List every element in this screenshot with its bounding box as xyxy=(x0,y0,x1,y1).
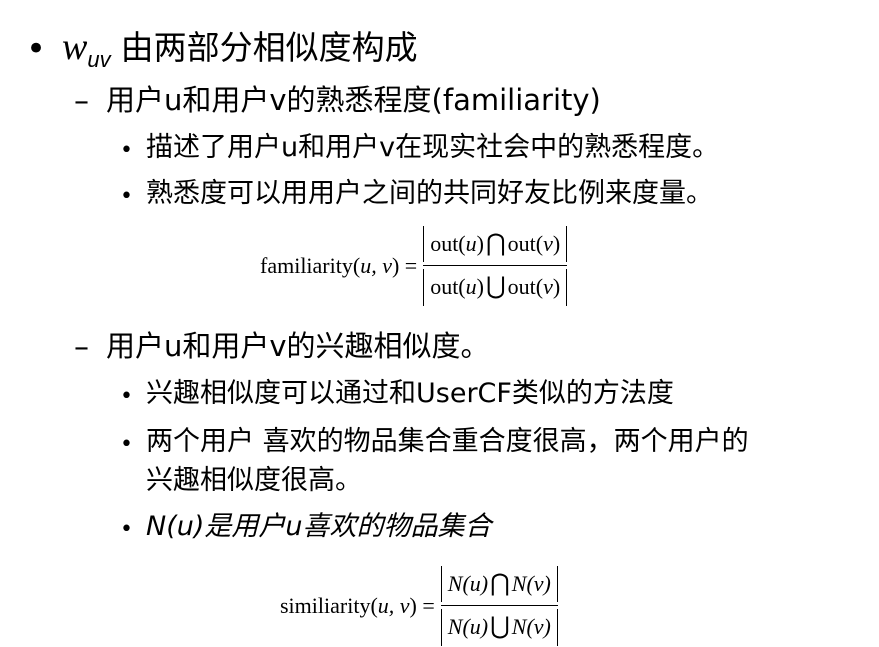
bullet-dot-icon: • xyxy=(120,517,133,542)
bullet-dot-icon: • xyxy=(120,432,133,457)
section1-point-1: 描述了用户u和用户v在现实社会中的熟悉程度。 xyxy=(146,132,720,163)
formula-fraction: N(u)⋂N(v) N(u)⋃N(v) xyxy=(440,566,558,646)
formula-denominator: out(u)⋃out(v) xyxy=(423,269,568,306)
dash-icon: – xyxy=(74,330,89,365)
formula-denominator: N(u)⋃N(v) xyxy=(440,609,558,646)
intersection-icon: ⋂ xyxy=(485,231,506,257)
section1-point-2: 熟悉度可以用用户之间的共同好友比例来度量。 xyxy=(146,178,713,209)
slide: • wuv 由两部分相似度构成 – 用户u和用户v的熟悉程度(familiarit… xyxy=(0,0,879,647)
formula-lhs: similiarity(u, v) = xyxy=(280,592,435,618)
union-icon: ⋃ xyxy=(490,614,510,641)
formula-fraction: out(u)⋂out(v) out(u)⋃out(v) xyxy=(423,226,568,306)
intersection-icon: ⋂ xyxy=(490,571,510,597)
formula-numerator: N(u)⋂N(v) xyxy=(440,566,558,603)
heading-variable-subscript: uv xyxy=(87,47,111,72)
familiarity-formula: familiarity(u, v) = out(u)⋂out(v) out(u)… xyxy=(260,226,568,306)
bullet-dot-icon: • xyxy=(120,184,133,209)
heading-variable-w: w xyxy=(62,26,88,68)
similarity-formula: similiarity(u, v) = N(u)⋂N(v) N(u)⋃N(v) xyxy=(280,566,558,646)
bullet-dot-icon: • xyxy=(26,29,47,69)
union-icon: ⋃ xyxy=(485,274,506,301)
formula-numerator: out(u)⋂out(v) xyxy=(423,226,568,263)
section1-title: 用户u和用户v的熟悉程度(familiarity) xyxy=(106,83,601,117)
section2-point-2-cont: 兴趣相似度很高。 xyxy=(146,465,362,496)
formula-lhs: familiarity(u, v) = xyxy=(260,252,418,278)
section2-title: 用户u和用户v的兴趣相似度。 xyxy=(106,329,490,363)
bullet-dot-icon: • xyxy=(120,138,133,163)
section2-point-3: N(u)是用户u喜欢的物品集合 xyxy=(146,511,492,542)
heading: wuv 由两部分相似度构成 xyxy=(62,26,418,71)
dash-icon: – xyxy=(74,84,89,119)
heading-text: 由两部分相似度构成 xyxy=(120,28,418,67)
fraction-bar xyxy=(423,265,568,267)
section2-point-2: 两个用户 喜欢的物品集合重合度很高，两个用户的 xyxy=(146,426,749,457)
bullet-dot-icon: • xyxy=(120,384,133,409)
section2-point-1: 兴趣相似度可以通过和UserCF类似的方法度 xyxy=(146,378,674,409)
fraction-bar xyxy=(440,605,558,607)
